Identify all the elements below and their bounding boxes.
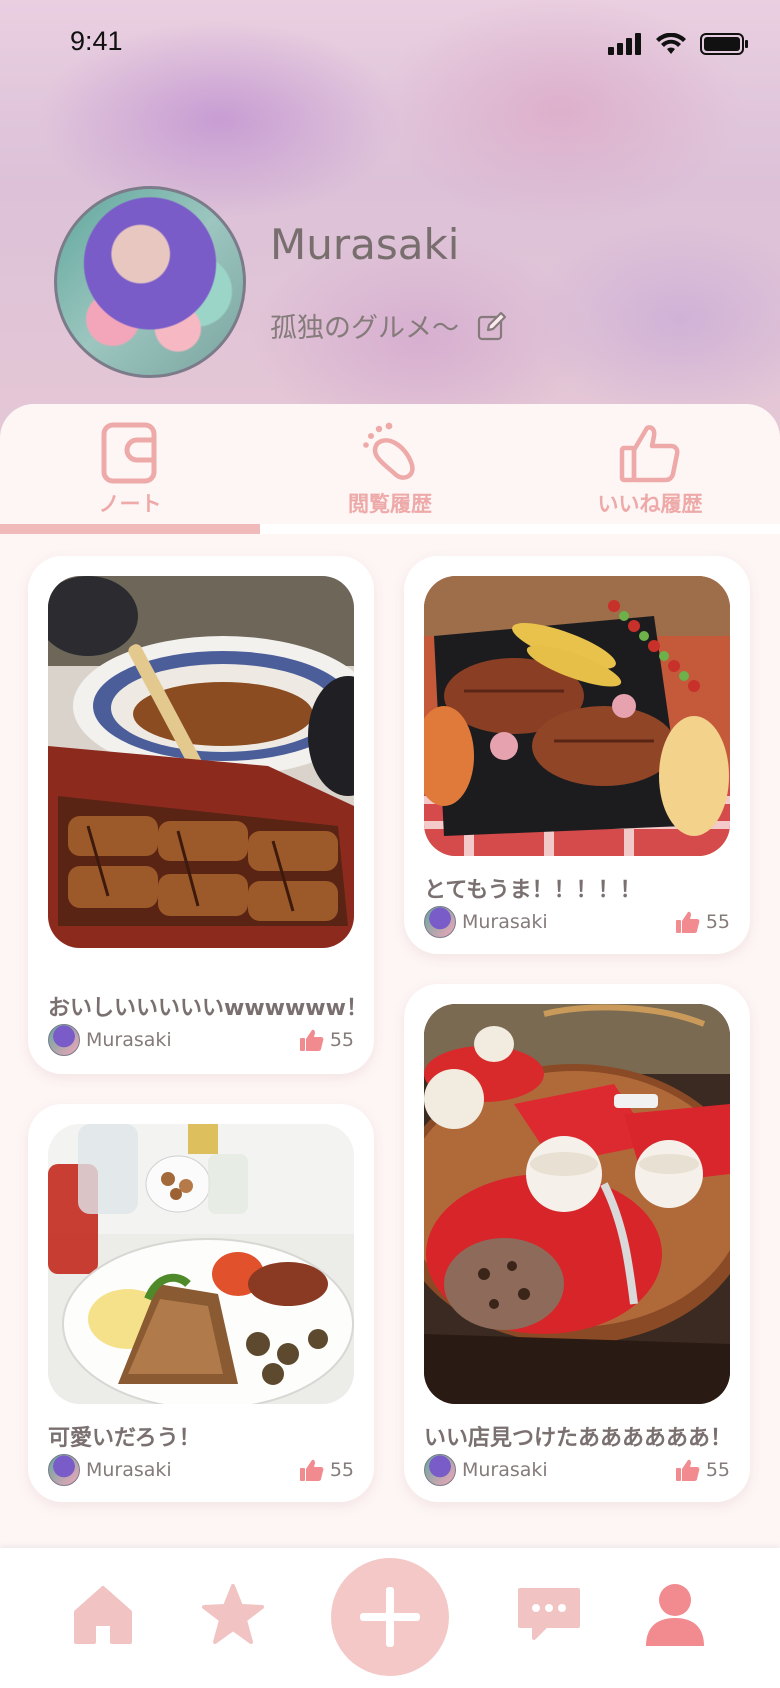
nav-home[interactable] (70, 1582, 136, 1652)
like-count-value: 55 (705, 1459, 730, 1481)
post-photo[interactable] (424, 576, 730, 856)
wallet-icon (101, 422, 157, 484)
post-title: おいしいいいいいwwwwww！ (48, 996, 368, 1021)
profile-name: Murasaki (270, 220, 460, 269)
star-icon (202, 1584, 264, 1644)
post-meta: Murasaki 55 (48, 1454, 354, 1486)
post-photo[interactable] (48, 1124, 354, 1404)
post-card[interactable]: いい店見つけたああああああ！ Murasaki 55 (404, 984, 750, 1502)
chat-icon (518, 1588, 580, 1640)
thumbs-up-icon (299, 1029, 324, 1051)
author-name: Murasaki (86, 1459, 172, 1481)
post-photo[interactable] (424, 1004, 730, 1404)
breakfast-photo (48, 1124, 354, 1404)
home-icon (74, 1586, 132, 1644)
post-card[interactable]: とてもうま！！！！！ Murasaki 55 (404, 556, 750, 954)
post-meta: Murasaki 55 (48, 1024, 354, 1056)
profile-bio: 孤独のグルメ〜 (270, 313, 459, 344)
thumbs-up-icon (675, 1459, 700, 1481)
profile-tabs: ノート 閲覧履歴 いいね履歴 (0, 404, 780, 534)
author-name: Murasaki (462, 911, 548, 933)
tab-notes[interactable]: ノート (0, 422, 260, 530)
author-avatar (48, 1024, 80, 1056)
like-count[interactable]: 55 (675, 1459, 730, 1481)
like-count-value: 55 (329, 1459, 354, 1481)
like-count-value: 55 (329, 1029, 354, 1051)
post-title: とてもうま！！！！！ (424, 878, 642, 903)
tab-label: 閲覧履歴 (348, 492, 432, 516)
tab-label: いいね履歴 (597, 492, 703, 516)
profile-bio-row: 孤独のグルメ〜 (270, 306, 507, 345)
author-avatar (424, 1454, 456, 1486)
like-count[interactable]: 55 (299, 1029, 354, 1051)
nav-profile[interactable] (644, 1582, 706, 1652)
like-count[interactable]: 55 (675, 911, 730, 933)
nav-messages[interactable] (516, 1582, 582, 1652)
battery-icon (700, 33, 748, 55)
tab-likes[interactable]: いいね履歴 (520, 422, 780, 530)
post-meta: Murasaki 55 (424, 906, 730, 938)
author-name: Murasaki (462, 1459, 548, 1481)
like-count-value: 55 (705, 911, 730, 933)
post-title: いい店見つけたああああああ！ (424, 1426, 733, 1451)
author-name: Murasaki (86, 1029, 172, 1051)
status-bar: 9:41 (0, 0, 780, 90)
signal-icon (608, 33, 641, 55)
post-title: 可愛いだろう！ (48, 1426, 201, 1451)
tab-history[interactable]: 閲覧履歴 (260, 422, 520, 530)
like-count[interactable]: 55 (299, 1459, 354, 1481)
edit-icon[interactable] (477, 311, 507, 341)
thumbs-up-icon (299, 1459, 324, 1481)
thumbs-up-icon (675, 911, 700, 933)
bbq-photo (424, 576, 730, 856)
post-meta: Murasaki 55 (424, 1454, 730, 1486)
cafe-photo (424, 1004, 730, 1404)
status-time: 9:41 (70, 26, 123, 56)
post-card[interactable]: おいしいいいいいwwwwww！ Murasaki 55 (28, 556, 374, 1074)
post-card[interactable]: 可愛いだろう！ Murasaki 55 (28, 1104, 374, 1502)
create-post-button[interactable] (331, 1558, 449, 1676)
footprint-icon (363, 422, 415, 480)
thumbs-up-icon (619, 425, 680, 483)
wifi-icon (656, 33, 686, 54)
nav-favorites[interactable] (200, 1582, 266, 1652)
profile-icon (646, 1584, 704, 1646)
plus-icon (360, 1587, 420, 1647)
tab-active-indicator (0, 524, 260, 534)
author-avatar (424, 906, 456, 938)
unagi-photo (48, 576, 354, 948)
post-photo[interactable] (48, 576, 354, 948)
author-avatar (48, 1454, 80, 1486)
status-icons (608, 32, 750, 56)
profile-avatar[interactable] (54, 186, 246, 378)
tab-label: ノート (98, 492, 162, 516)
